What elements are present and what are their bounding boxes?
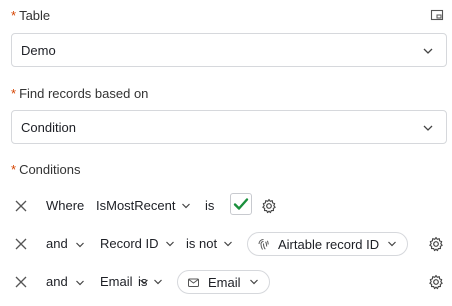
chevron-down-icon: [423, 48, 433, 54]
envelope-icon: [188, 278, 199, 287]
table-label-text: Table: [19, 8, 51, 23]
fingerprint-icon: [258, 238, 269, 250]
condition-conjunction: Where: [46, 198, 85, 213]
required-marker: *: [11, 8, 17, 23]
find-records-select-value: Condition: [21, 119, 76, 135]
required-marker: *: [11, 86, 17, 101]
find-records-select[interactable]: Condition: [11, 110, 447, 144]
condition-value-pill[interactable]: Email: [177, 270, 270, 294]
condition-row-2: and Record ID is not Airtable record ID: [0, 232, 452, 258]
condition-operator-value: is not: [186, 236, 218, 251]
table-select[interactable]: Demo: [11, 33, 447, 67]
close-icon[interactable]: [14, 199, 28, 213]
condition-value-pill[interactable]: Airtable record ID: [247, 232, 409, 256]
chevron-down-icon[interactable]: [75, 278, 85, 288]
find-records-label: * Find records based on: [11, 86, 148, 101]
condition-row-1: Where IsMostRecent is: [0, 193, 452, 220]
find-records-label-text: Find records based on: [19, 86, 149, 101]
chevron-down-icon[interactable]: [75, 240, 85, 250]
chevron-down-icon: [249, 279, 258, 285]
condition-value-text: Email: [208, 274, 241, 290]
chevron-down-icon: [423, 125, 433, 131]
condition-field-value: Record ID: [100, 236, 159, 251]
check-icon: [233, 198, 249, 210]
gear-icon[interactable]: [261, 198, 277, 214]
condition-operator-select[interactable]: is not: [186, 236, 233, 251]
condition-operator-select[interactable]: is: [138, 274, 163, 289]
table-label: * Table: [11, 8, 50, 23]
condition-field-select[interactable]: Record ID: [100, 236, 175, 251]
gear-icon[interactable]: [428, 274, 444, 290]
close-icon[interactable]: [14, 275, 28, 289]
gear-icon[interactable]: [428, 236, 444, 252]
condition-conjunction[interactable]: and: [46, 274, 68, 289]
chevron-down-icon: [165, 241, 174, 246]
expand-icon[interactable]: [430, 8, 444, 22]
chevron-down-icon: [388, 241, 397, 247]
condition-value-checkbox[interactable]: [230, 193, 252, 215]
required-marker: *: [11, 162, 17, 177]
chevron-down-icon: [182, 203, 191, 208]
chevron-down-icon: [224, 241, 233, 246]
chevron-down-icon: [154, 279, 163, 284]
condition-operator[interactable]: is: [205, 198, 214, 213]
condition-row-3: and Email is Email: [0, 270, 452, 296]
conditions-label: * Conditions: [11, 162, 81, 177]
condition-conjunction[interactable]: and: [46, 236, 68, 251]
condition-field-select[interactable]: IsMostRecent: [96, 198, 191, 213]
condition-value-text: Airtable record ID: [278, 236, 380, 252]
table-select-value: Demo: [21, 42, 56, 58]
condition-field-value: IsMostRecent: [96, 198, 176, 213]
condition-operator-value: is: [138, 274, 148, 289]
condition-field-value: Email: [100, 274, 133, 289]
conditions-label-text: Conditions: [19, 162, 81, 177]
close-icon[interactable]: [14, 237, 28, 251]
